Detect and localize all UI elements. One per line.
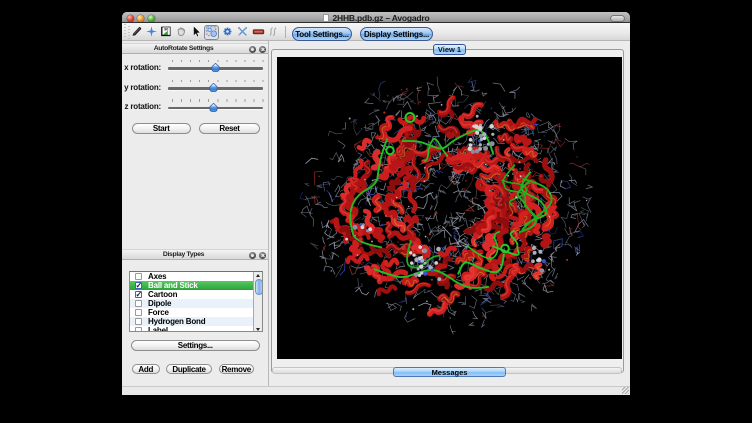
svg-text:90: 90 bbox=[164, 28, 168, 32]
